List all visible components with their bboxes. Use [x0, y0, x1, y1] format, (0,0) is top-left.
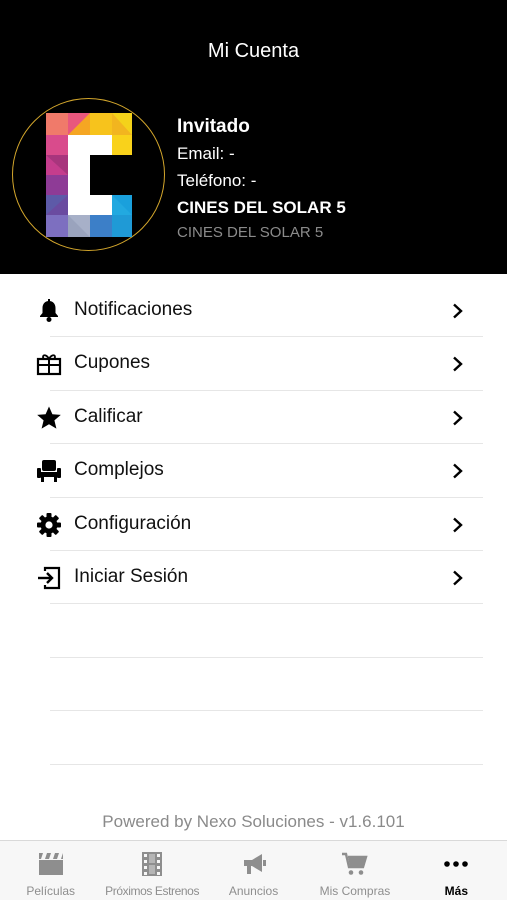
chevron-right-icon — [453, 410, 463, 426]
menu-item-label: Notificaciones — [74, 299, 193, 320]
menu-item-calificar[interactable]: Calificar — [0, 391, 507, 445]
divider — [50, 764, 483, 765]
divider — [50, 710, 483, 711]
megaphone-icon — [243, 854, 266, 874]
menu-item-label: Calificar — [74, 405, 143, 427]
menu-item-label: Cupones — [74, 352, 151, 374]
divider — [50, 657, 483, 658]
bell-icon — [40, 299, 58, 322]
profile-info: Invitado Email: - Teléfono: - CINES DEL … — [177, 116, 346, 241]
tab-mis-compras[interactable]: Mis Compras — [304, 841, 405, 900]
account-header: Mi Cuenta Invitado Email: - Teléfono: - … — [0, 0, 507, 274]
tab-mas[interactable]: Más — [406, 841, 507, 900]
gift-icon — [36, 354, 62, 376]
menu-item-label: Iniciar Sesión — [74, 565, 189, 587]
chevron-right-icon — [453, 570, 463, 586]
profile-cinema-sub: CINES DEL SOLAR 5 — [177, 224, 324, 241]
tab-anuncios[interactable]: Anuncios — [203, 841, 304, 900]
account-menu: Notificaciones Cupones Calificar Complej… — [0, 284, 507, 605]
cinema-logo-icon — [46, 113, 132, 237]
more-icon — [444, 861, 469, 867]
tab-proximos-estrenos[interactable]: Próximos Estrenos — [101, 841, 202, 900]
menu-item-configuracion[interactable]: Configuración — [0, 498, 507, 551]
chevron-right-icon — [453, 303, 463, 319]
menu-item-iniciar-sesion[interactable]: Iniciar Sesión — [0, 551, 507, 605]
avatar — [12, 98, 165, 251]
tab-label: Anuncios — [228, 884, 279, 898]
menu-item-label: Configuración — [74, 512, 192, 534]
cart-icon — [341, 852, 368, 875]
sign-in-icon — [38, 566, 61, 590]
film-strip-icon — [142, 852, 163, 876]
profile-phone: Teléfono: - — [177, 171, 257, 190]
profile-email: Email: - — [177, 144, 235, 163]
chevron-right-icon — [453, 517, 463, 532]
seat-icon — [37, 460, 61, 483]
clapperboard-icon — [38, 853, 63, 875]
menu-item-label: Complejos — [74, 459, 164, 481]
profile-name: Invitado — [177, 116, 250, 137]
tab-peliculas[interactable]: Películas — [0, 841, 101, 900]
tab-label: Próximos Estrenos — [105, 884, 200, 898]
divider — [50, 603, 483, 605]
menu-item-notificaciones[interactable]: Notificaciones — [0, 284, 507, 338]
gear-icon — [37, 512, 61, 537]
tab-bar: Películas Próximos Estrenos Anuncios Mis… — [0, 840, 507, 900]
tab-label: Más — [444, 884, 468, 898]
star-icon — [37, 406, 61, 429]
chevron-right-icon — [453, 463, 463, 479]
page-title: Mi Cuenta — [207, 40, 300, 62]
menu-item-complejos[interactable]: Complejos — [0, 444, 507, 498]
powered-by-text: Powered by Nexo Soluciones - v1.6.101 — [102, 812, 405, 831]
chevron-right-icon — [453, 357, 463, 372]
menu-item-cupones[interactable]: Cupones — [0, 337, 507, 391]
profile-cinema: CINES DEL SOLAR 5 — [177, 198, 346, 217]
tab-label: Películas — [26, 884, 76, 898]
tab-label: Mis Compras — [319, 884, 391, 898]
